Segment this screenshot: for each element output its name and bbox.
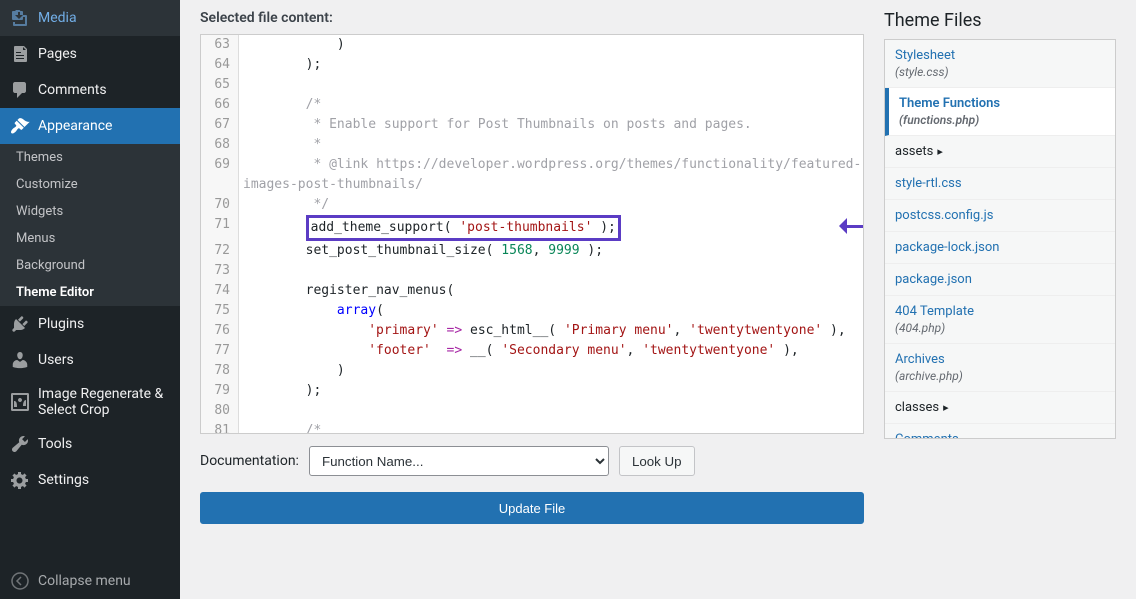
code-tok: ) (337, 363, 345, 378)
update-file-button[interactable]: Update File (200, 492, 864, 524)
file-sub: (archive.php) (895, 369, 1105, 383)
code-tok: * (306, 137, 322, 152)
theme-files-heading: Theme Files (884, 10, 1116, 31)
collapse-icon (10, 571, 30, 591)
menu-pages[interactable]: Pages (0, 36, 180, 72)
file-sub: (404.php) (895, 321, 1105, 335)
code-tok: 'Primary menu' (564, 323, 674, 338)
main-content: Selected file content: 63 ) 64 ); 65 66 … (180, 0, 1136, 599)
code-tok: register_nav_menus (306, 283, 447, 298)
folder-assets[interactable]: assets (885, 136, 1115, 168)
image-crop-icon (10, 392, 30, 412)
submenu-customize[interactable]: Customize (0, 171, 180, 198)
submenu-theme-editor[interactable]: Theme Editor (0, 279, 180, 306)
code-tok: ); (306, 57, 322, 72)
menu-appearance[interactable]: Appearance (0, 108, 180, 144)
arrow-annotation (831, 217, 864, 235)
code-tok: set_post_thumbnail_size (306, 243, 486, 258)
comments-icon (10, 80, 30, 100)
code-tok: 1568 (501, 243, 532, 258)
settings-icon (10, 470, 30, 490)
file-label: 404 Template (895, 304, 974, 319)
menu-label: Comments (38, 82, 107, 98)
file-style-rtl[interactable]: style-rtl.css (885, 168, 1115, 200)
theme-files-list[interactable]: Stylesheet (style.css) Theme Functions (… (884, 39, 1116, 439)
menu-label: Settings (38, 472, 89, 488)
doc-label: Documentation: (200, 453, 299, 469)
submenu-widgets[interactable]: Widgets (0, 198, 180, 225)
file-package-json[interactable]: package.json (885, 264, 1115, 296)
code-tok: images-post-thumbnails/ (243, 177, 423, 192)
tools-icon (10, 434, 30, 454)
submenu-themes[interactable]: Themes (0, 144, 180, 171)
menu-media[interactable]: Media (0, 0, 180, 36)
code-tok: 'twentytwentyone' (642, 343, 775, 358)
code-tok: * Enable support for Post Thumbnails on … (306, 117, 752, 132)
arrow-head-icon (831, 218, 847, 234)
code-tok: ); (306, 383, 322, 398)
code-tok: * @link https://developer.wordpress.org/… (306, 157, 862, 172)
file-postcss[interactable]: postcss.config.js (885, 200, 1115, 232)
media-icon (10, 8, 30, 28)
code-tok: ) (337, 37, 345, 52)
lookup-button[interactable]: Look Up (619, 446, 695, 476)
content-row: Selected file content: 63 ) 64 ); 65 66 … (200, 10, 1116, 589)
function-name-select[interactable]: Function Name... (309, 446, 609, 476)
collapse-menu[interactable]: Collapse menu (0, 563, 180, 599)
file-label: Archives (895, 352, 945, 367)
menu-image-regenerate[interactable]: Image Regenerate & Select Crop (0, 378, 180, 426)
file-label: Theme Functions (899, 96, 1000, 111)
menu-label: Plugins (38, 316, 84, 332)
submenu-background[interactable]: Background (0, 252, 180, 279)
menu-users[interactable]: Users (0, 342, 180, 378)
menu-label: Appearance (38, 118, 112, 134)
menu-comments[interactable]: Comments (0, 72, 180, 108)
code-tok: 9999 (548, 243, 579, 258)
code-tok: */ (306, 197, 329, 212)
menu-plugins[interactable]: Plugins (0, 306, 180, 342)
editor-heading: Selected file content: (200, 10, 864, 26)
code-editor[interactable]: 63 ) 64 ); 65 66 /* 67 * Enable support … (200, 34, 864, 434)
admin-sidebar: Media Pages Comments Appearance Themes C… (0, 0, 180, 599)
file-package-lock[interactable]: package-lock.json (885, 232, 1115, 264)
code-tok: add_theme_support (311, 220, 444, 235)
file-stylesheet[interactable]: Stylesheet (style.css) (885, 40, 1115, 88)
file-theme-functions[interactable]: Theme Functions (functions.php) (885, 88, 1115, 136)
appearance-submenu: Themes Customize Widgets Menus Backgroun… (0, 144, 180, 306)
code-tok: 'Secondary menu' (501, 343, 626, 358)
file-label: Stylesheet (895, 48, 955, 63)
menu-label: Image Regenerate & Select Crop (38, 386, 170, 418)
collapse-label: Collapse menu (38, 573, 131, 589)
code-tok: /* (306, 423, 322, 434)
menu-label: Pages (38, 46, 77, 62)
file-archives[interactable]: Archives (archive.php) (885, 344, 1115, 392)
plugins-icon (10, 314, 30, 334)
file-404-template[interactable]: 404 Template (404.php) (885, 296, 1115, 344)
code-tok: 'primary' (368, 323, 438, 338)
theme-files-column: Theme Files Stylesheet (style.css) Theme… (884, 10, 1116, 589)
menu-label: Tools (38, 436, 72, 452)
documentation-row: Documentation: Function Name... Look Up (200, 446, 864, 476)
code-tok: array (337, 303, 376, 318)
editor-column: Selected file content: 63 ) 64 ); 65 66 … (200, 10, 864, 589)
menu-label: Users (38, 352, 74, 368)
submenu-menus[interactable]: Menus (0, 225, 180, 252)
folder-classes[interactable]: classes (885, 392, 1115, 424)
file-sub: (style.css) (895, 65, 1105, 79)
menu-settings[interactable]: Settings (0, 462, 180, 498)
appearance-icon (10, 116, 30, 136)
code-tok: /* (306, 97, 322, 112)
users-icon (10, 350, 30, 370)
code-tok: __ (470, 343, 486, 358)
file-sub: (functions.php) (899, 113, 1105, 127)
file-comments[interactable]: Comments (885, 424, 1115, 439)
code-tok: 'footer' (368, 343, 431, 358)
code-tok: 'twentytwentyone' (689, 323, 822, 338)
highlighted-code: add_theme_support( 'post-thumbnails' ); (306, 215, 621, 241)
menu-label: Media (38, 10, 77, 26)
code-tok: 'post-thumbnails' (459, 220, 592, 235)
pages-icon (10, 44, 30, 64)
code-tok: esc_html__ (470, 323, 548, 338)
menu-tools[interactable]: Tools (0, 426, 180, 462)
